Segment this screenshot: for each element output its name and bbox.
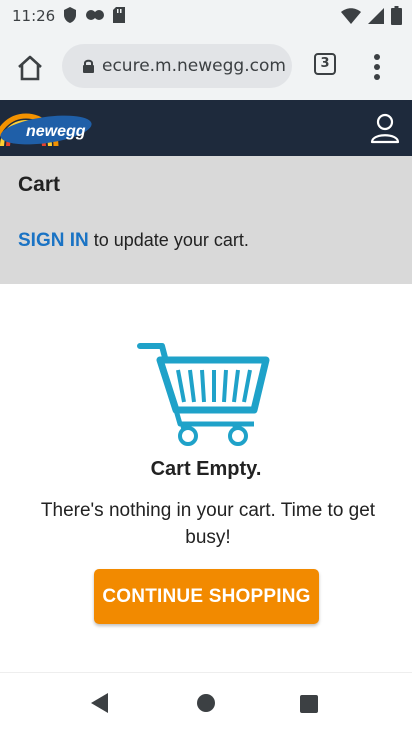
sign-in-prompt: SIGN IN to update your cart.	[18, 230, 249, 252]
cart-empty-message: There's nothing in your cart. Time to ge…	[40, 500, 376, 548]
media-notification-icon	[86, 10, 104, 20]
status-time: 11:26	[12, 7, 56, 25]
status-system-icons	[341, 6, 402, 25]
continue-shopping-button[interactable]: CONTINUE SHOPPING	[94, 569, 319, 624]
sign-in-suffix: to update your cart.	[93, 230, 249, 250]
sd-card-icon	[113, 7, 125, 23]
empty-cart-icon	[137, 343, 270, 446]
home-icon[interactable]	[14, 52, 46, 84]
battery-icon	[391, 6, 402, 25]
newegg-logo[interactable]: newegg	[0, 106, 98, 152]
shield-notification-icon	[64, 7, 76, 23]
wifi-icon	[341, 7, 361, 24]
browser-toolbar: ecure.m.newegg.com 3	[0, 32, 412, 100]
signal-icon	[368, 7, 384, 24]
status-notification-icons	[62, 6, 126, 24]
home-nav-icon[interactable]	[196, 693, 216, 713]
cart-header-panel: Cart SIGN IN to update your cart.	[0, 156, 412, 284]
cart-empty-title: Cart Empty.	[150, 458, 262, 480]
url-text: ecure.m.newegg.com	[102, 56, 286, 76]
overflow-menu-icon[interactable]	[366, 52, 388, 82]
recent-apps-icon[interactable]	[300, 695, 318, 713]
address-bar[interactable]: ecure.m.newegg.com	[62, 44, 292, 88]
lock-icon	[83, 59, 94, 73]
logo-text: newegg	[26, 123, 86, 140]
sign-in-link[interactable]: SIGN IN	[18, 230, 89, 251]
site-header: newegg	[0, 100, 412, 156]
account-icon[interactable]	[370, 112, 400, 144]
status-bar: 11:26	[0, 0, 412, 32]
cart-title: Cart	[18, 173, 61, 196]
android-nav-bar	[0, 672, 412, 733]
back-icon[interactable]	[88, 691, 110, 715]
tab-switcher-button[interactable]: 3	[314, 53, 336, 75]
